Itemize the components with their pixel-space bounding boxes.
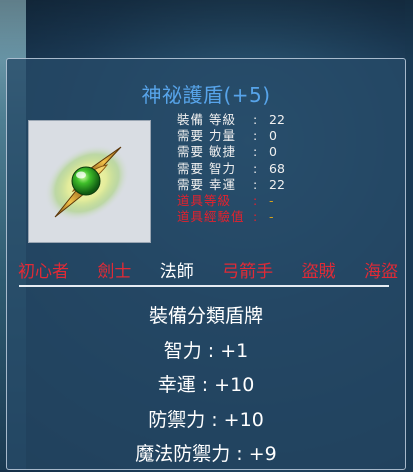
- requirement-separator: :: [253, 209, 258, 225]
- stat-list: 裝備分類盾牌 智力 : +1 幸運 : +10 防禦力 : +10 魔法防禦力 …: [7, 299, 405, 472]
- requirement-value: 0: [269, 128, 277, 144]
- requirement-row: 裝備 等級 : 22: [177, 112, 309, 128]
- requirement-row: 需要 敏捷 : 0: [177, 144, 309, 160]
- requirement-label: 需要 幸運: [177, 176, 236, 192]
- job-bowman: 弓箭手: [222, 262, 274, 282]
- stat-int: 智力 : +1: [163, 339, 249, 362]
- requirement-separator: :: [253, 176, 258, 192]
- requirement-separator: :: [253, 160, 258, 176]
- requirement-label: 需要 力量: [177, 128, 236, 144]
- stat-magic-defense: 魔法防禦力 : +9: [135, 443, 277, 465]
- item-image-frame: [28, 120, 151, 243]
- job-magician: 法師: [159, 262, 194, 282]
- requirement-row: 需要 幸運 : 22: [177, 177, 309, 193]
- requirement-value: 68: [269, 160, 285, 176]
- requirement-row: 需要 智力 : 68: [177, 161, 309, 177]
- requirement-value: 0: [269, 144, 277, 160]
- divider: [19, 285, 389, 287]
- requirement-label: 裝備 等級: [177, 112, 236, 128]
- requirement-label: 道具經驗值: [177, 209, 245, 225]
- requirement-separator: :: [253, 128, 258, 144]
- requirement-row-unmet: 道具經驗值 : -: [177, 209, 309, 225]
- requirement-value: 22: [269, 176, 285, 192]
- job-list: 初心者 劍士 法師 弓箭手 盜賊 海盜: [18, 257, 398, 282]
- background-shade: [0, 0, 413, 60]
- job-thief: 盜賊: [301, 262, 336, 282]
- requirement-value: -: [269, 193, 274, 209]
- stat-defense: 防禦力 : +10: [148, 408, 264, 431]
- requirement-value: -: [269, 209, 274, 225]
- requirement-row: 需要 力量 : 0: [177, 128, 309, 144]
- requirements-list: 裝備 等級 : 22 需要 力量 : 0 需要 敏捷 : 0 需要 智力 : 6…: [177, 112, 309, 225]
- item-title: 神祕護盾(+5): [141, 83, 271, 107]
- job-pirate: 海盜: [363, 262, 398, 282]
- job-beginner: 初心者: [18, 262, 69, 282]
- mystic-shield-orb-icon: [44, 144, 130, 222]
- requirement-label: 需要 敏捷: [177, 144, 236, 160]
- requirement-separator: :: [253, 144, 258, 160]
- requirement-label: 需要 智力: [177, 160, 236, 176]
- job-warrior: 劍士: [97, 262, 132, 282]
- background-right: [405, 0, 413, 470]
- requirement-separator: :: [253, 112, 258, 128]
- requirement-label: 道具等級: [177, 193, 232, 209]
- requirement-row-unmet: 道具等級 : -: [177, 193, 309, 209]
- requirement-separator: :: [253, 193, 258, 209]
- requirement-value: 22: [269, 112, 285, 128]
- equipment-category: 裝備分類盾牌: [148, 305, 263, 327]
- item-tooltip: 神祕護盾(+5) 裝備 等級: 22 需要 力量: 0 需要 敏捷: 0 …: [6, 58, 406, 470]
- stat-luk: 幸運 : +10: [157, 374, 255, 396]
